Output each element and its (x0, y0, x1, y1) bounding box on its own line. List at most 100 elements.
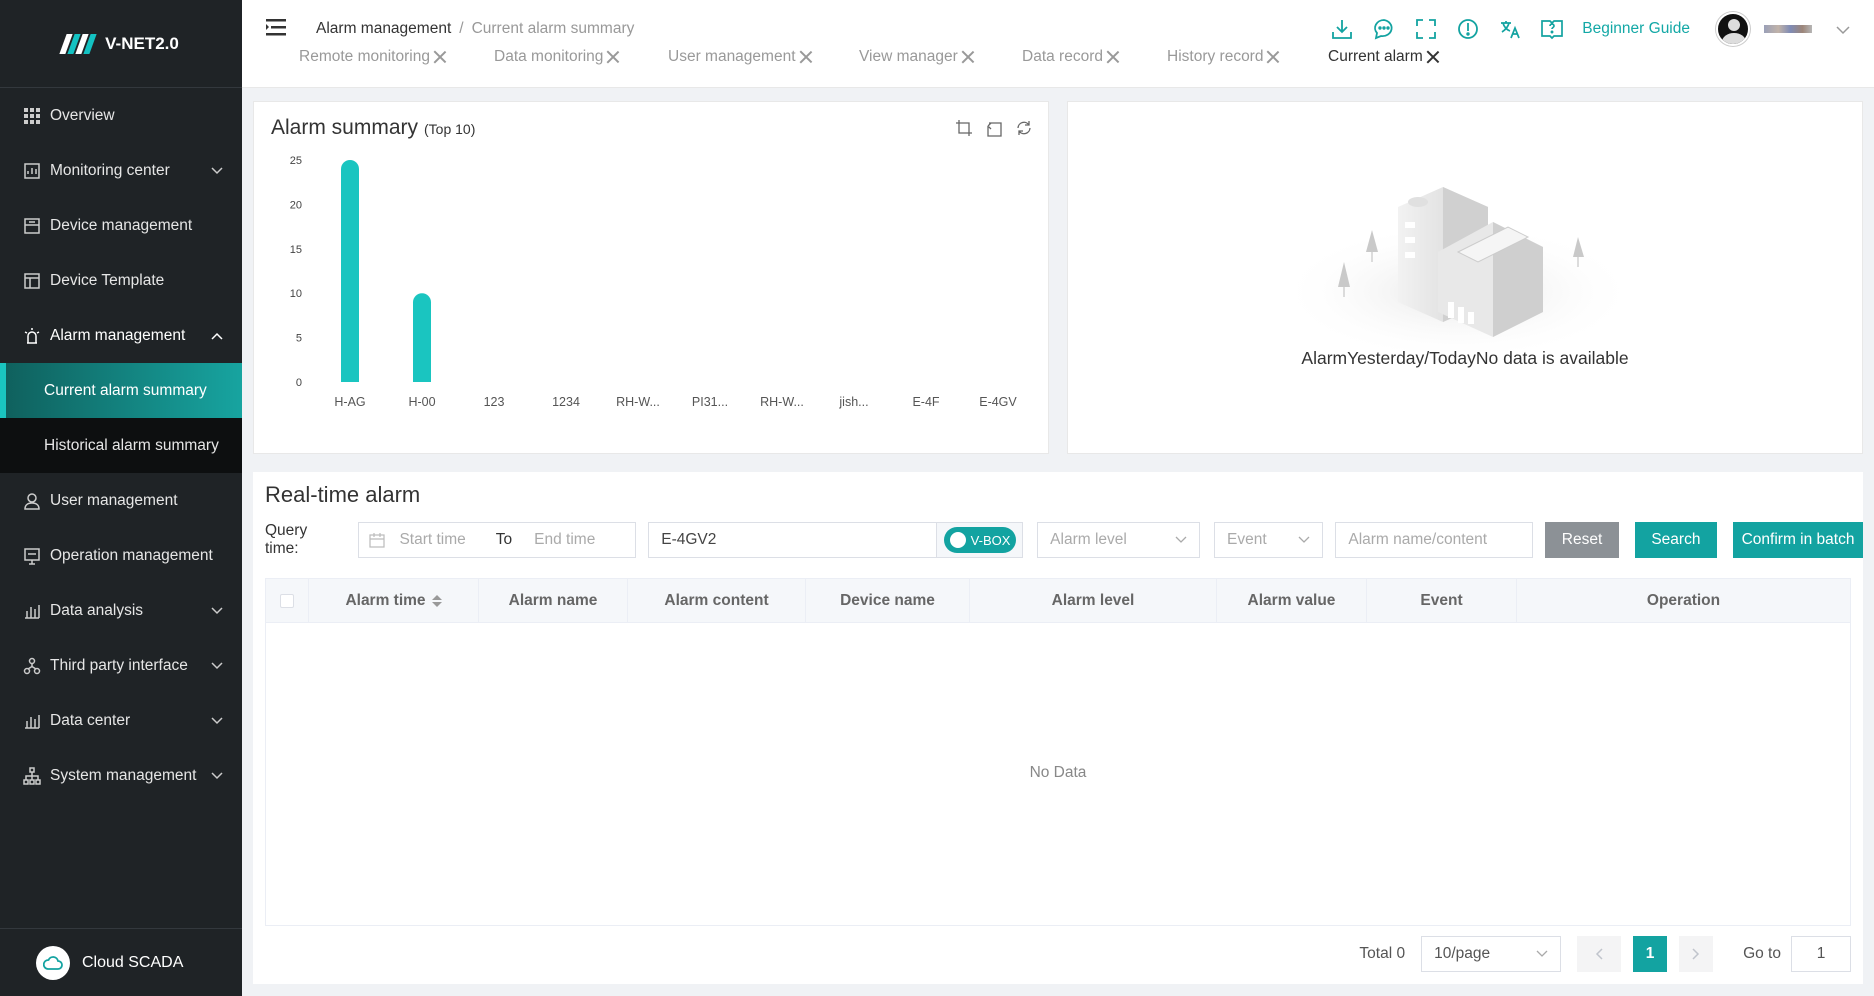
next-page-button[interactable] (1679, 936, 1714, 972)
refresh-icon[interactable] (1014, 118, 1034, 138)
alarm-table: Alarm time Alarm name Alarm content Devi… (265, 578, 1851, 926)
column-header-alarm-value: Alarm value (1217, 579, 1367, 623)
info-icon[interactable] (1456, 17, 1480, 41)
prev-page-button[interactable] (1577, 936, 1622, 972)
sidebar-nav: Overview Monitoring center Device manage… (0, 88, 242, 803)
sidebar-item-monitoring-center[interactable]: Monitoring center (0, 143, 242, 198)
cloud-scada-link[interactable]: Cloud SCADA (0, 928, 242, 996)
alarm-name-content-input[interactable] (1335, 522, 1534, 558)
close-icon[interactable] (799, 50, 813, 64)
sidebar-item-data-center[interactable]: Data center (0, 693, 242, 748)
sidebar-item-label: Device Template (50, 271, 165, 289)
sidebar-item-system-management[interactable]: System management (0, 748, 242, 803)
realtime-alarm-title: Real-time alarm (265, 482, 421, 507)
app-logo[interactable]: V-NET2.0 (0, 0, 242, 88)
sidebar-item-label: Overview (50, 106, 115, 124)
chevron-down-icon (210, 164, 224, 178)
device-icon (22, 216, 42, 236)
alarm-yesterday-today-panel: AlarmYesterday/TodayNo data is available (1067, 101, 1863, 454)
event-select[interactable]: Event (1214, 522, 1324, 558)
close-icon[interactable] (606, 50, 620, 64)
sidebar-item-device-management[interactable]: Device management (0, 198, 242, 253)
cloud-scada-label: Cloud SCADA (82, 953, 184, 971)
breadcrumb-item[interactable]: Alarm management (316, 20, 451, 37)
column-header-alarm-time[interactable]: Alarm time (309, 579, 479, 623)
sort-icon[interactable] (431, 595, 442, 607)
sidebar-item-alarm-management[interactable]: Alarm management (0, 308, 242, 363)
tab-history-record[interactable]: History record (1167, 48, 1280, 66)
zoom-select-icon[interactable] (954, 118, 974, 138)
grid-icon (22, 106, 42, 126)
select-all-checkbox[interactable] (280, 594, 294, 608)
download-icon[interactable] (1330, 17, 1354, 41)
header-actions: Beginner Guide (1312, 12, 1874, 46)
tab-view-manager[interactable]: View manager (859, 48, 975, 66)
x-tick-label: RH-W... (616, 395, 660, 409)
device-select[interactable]: E-4GV2 V-BOX (648, 522, 1024, 558)
sidebar-item-device-template[interactable]: Device Template (0, 253, 242, 308)
goto-label: Go to (1743, 945, 1781, 962)
vbox-toggle-wrap: V-BOX (936, 523, 1023, 557)
chart-bar[interactable] (341, 160, 359, 382)
column-header-device-name: Device name (806, 579, 970, 623)
page-size-select[interactable]: 10/page (1421, 936, 1562, 972)
tab-remote-monitoring[interactable]: Remote monitoring (299, 48, 447, 66)
sidebar-item-historical-alarm-summary[interactable]: Historical alarm summary (0, 418, 242, 473)
sidebar-item-label: Data center (50, 711, 131, 729)
translate-icon[interactable] (1498, 17, 1522, 41)
fullscreen-icon[interactable] (1414, 17, 1438, 41)
chevron-down-icon (1536, 945, 1548, 963)
chevron-down-icon (1298, 531, 1310, 549)
menu-toggle-icon[interactable] (266, 18, 286, 36)
date-range-separator: To (495, 531, 513, 548)
zoom-reset-icon[interactable] (984, 118, 1004, 138)
sidebar-item-operation-management[interactable]: Operation management (0, 528, 242, 583)
goto-page-input[interactable]: 1 (1791, 936, 1851, 972)
reset-button[interactable]: Reset (1545, 522, 1619, 558)
alarm-level-select[interactable]: Alarm level (1037, 522, 1201, 558)
close-icon[interactable] (1426, 50, 1440, 64)
avatar[interactable] (1716, 12, 1750, 46)
close-icon[interactable] (433, 50, 447, 64)
help-book-icon[interactable] (1540, 17, 1564, 41)
sidebar-item-overview[interactable]: Overview (0, 88, 242, 143)
alarm-summary-panel: Alarm summary (Top 10) 0 5 10 15 20 25 H-AG H-00… (253, 101, 1049, 454)
close-icon[interactable] (1106, 50, 1120, 64)
sidebar-item-user-management[interactable]: User management (0, 473, 242, 528)
page-number-current[interactable]: 1 (1633, 936, 1668, 972)
sidebar-item-label: Data analysis (50, 601, 144, 619)
vbox-toggle[interactable]: V-BOX (943, 527, 1016, 553)
username-redacted (1764, 25, 1812, 33)
sidebar-item-third-party-interface[interactable]: Third party interface (0, 638, 242, 693)
date-range-picker[interactable]: Start time To End time (358, 522, 637, 558)
tab-data-monitoring[interactable]: Data monitoring (494, 48, 620, 66)
cloud-icon (36, 945, 70, 980)
event-placeholder: Event (1227, 531, 1267, 548)
column-header-alarm-level: Alarm level (970, 579, 1217, 623)
confirm-batch-button[interactable]: Confirm in batch (1733, 522, 1863, 558)
table-empty-text: No Data (1029, 764, 1087, 781)
sidebar-item-current-alarm-summary[interactable]: Current alarm summary (0, 363, 242, 418)
chart-toolbox (954, 118, 1034, 138)
alarm-summary-subtitle: (Top 10) (424, 121, 476, 137)
table-header: Alarm time Alarm name Alarm content Devi… (266, 579, 1850, 623)
tab-user-management[interactable]: User management (668, 48, 813, 66)
sidebar-item-label: System management (50, 766, 197, 784)
chart-bar[interactable] (413, 293, 431, 382)
sidebar-item-data-analysis[interactable]: Data analysis (0, 583, 242, 638)
beginner-guide-link[interactable]: Beginner Guide (1582, 20, 1690, 38)
operation-icon (22, 546, 42, 566)
message-icon[interactable] (1372, 17, 1396, 41)
chevron-down-icon[interactable] (1836, 22, 1850, 36)
chart-bar-base (413, 373, 431, 382)
close-icon[interactable] (961, 50, 975, 64)
end-time-input[interactable]: End time (534, 531, 595, 549)
close-icon[interactable] (1266, 50, 1280, 64)
sidebar-item-label: Operation management (50, 546, 213, 564)
breadcrumb-current: Current alarm summary (471, 20, 635, 37)
tab-data-record[interactable]: Data record (1022, 48, 1120, 66)
start-time-input[interactable]: Start time (399, 531, 465, 549)
search-button[interactable]: Search (1634, 522, 1718, 558)
tab-current-alarm[interactable]: Current alarm (1328, 48, 1440, 66)
monitor-icon (22, 161, 42, 181)
